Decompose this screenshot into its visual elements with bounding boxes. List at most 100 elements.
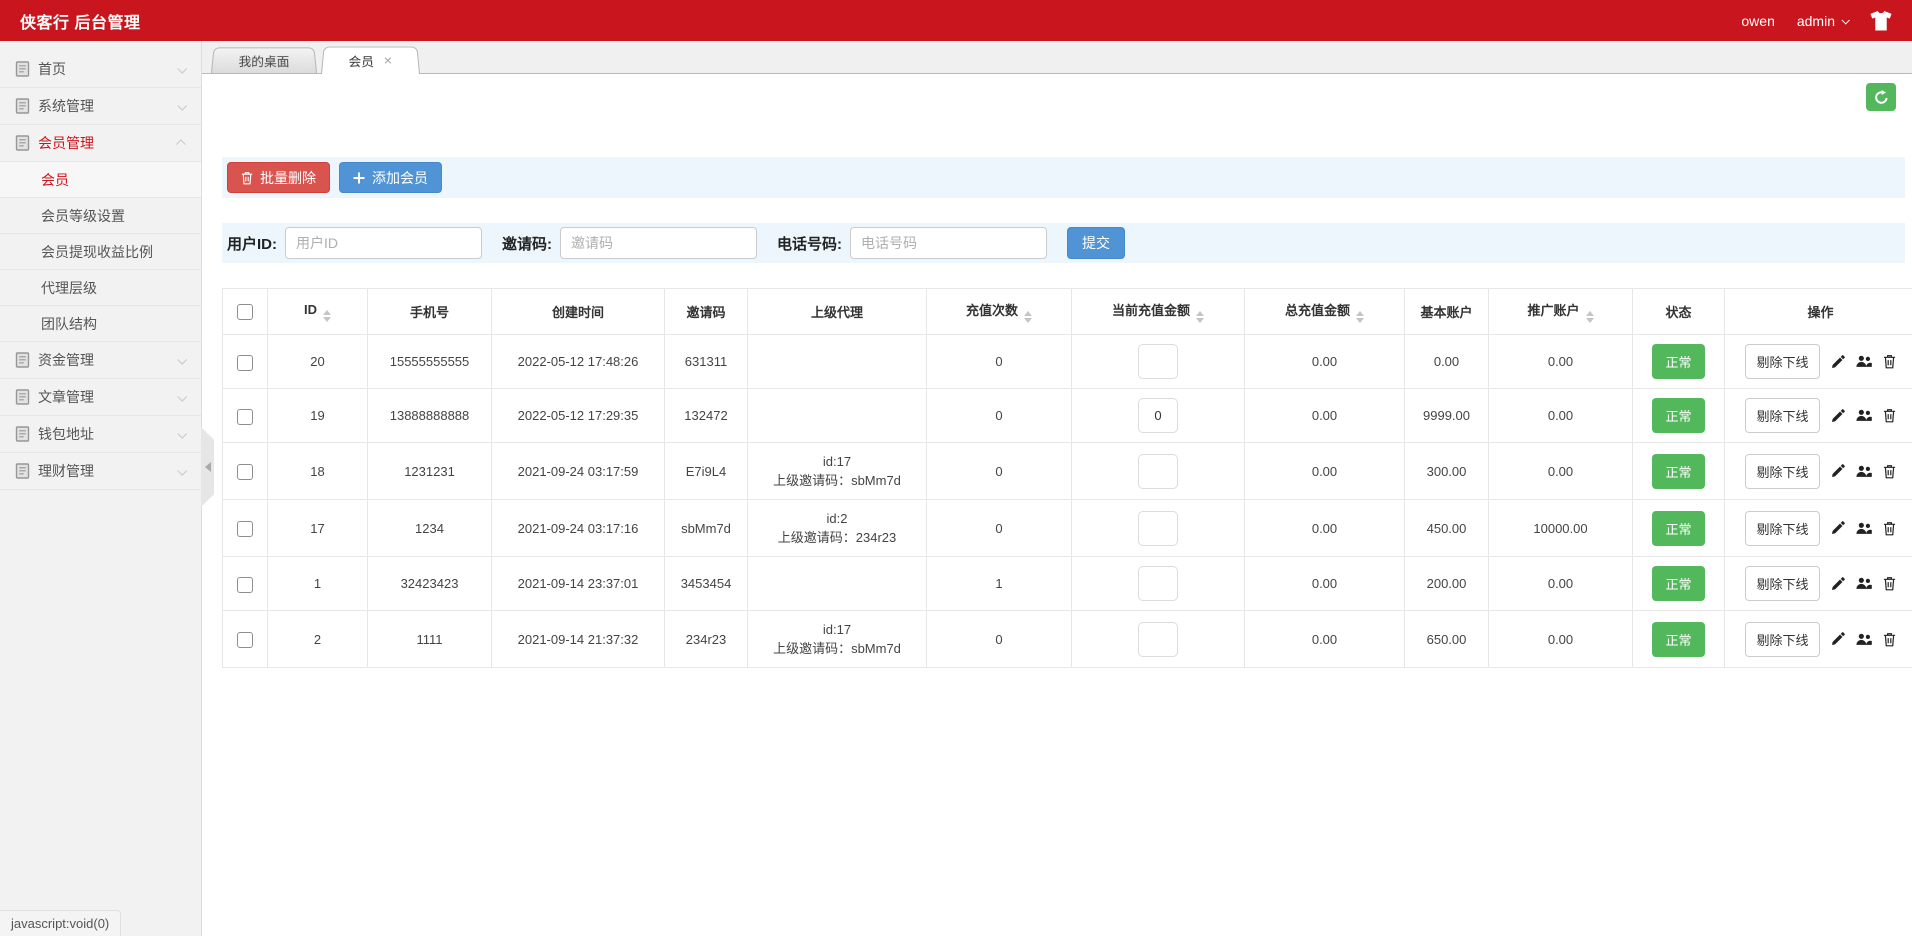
sidebar-subitem[interactable]: 代理层级 [0,270,201,306]
trash-icon[interactable] [1883,576,1896,591]
current-recharge-input[interactable] [1138,622,1178,657]
row-checkbox[interactable] [237,464,253,480]
column-header[interactable]: ID [268,289,368,335]
status-button[interactable]: 正常 [1652,622,1704,657]
trash-icon[interactable] [1883,521,1896,536]
sidebar-item-label: 文章管理 [38,387,94,407]
users-icon[interactable] [1856,633,1872,646]
status-button[interactable]: 正常 [1652,566,1704,601]
trash-icon[interactable] [1883,464,1896,479]
users-icon[interactable] [1856,409,1872,422]
column-header: 邀请码 [665,289,748,335]
pencil-icon[interactable] [1831,355,1845,369]
sidebar-item[interactable]: 理财管理 [0,453,201,490]
tab-members[interactable]: 会员 × [321,47,420,74]
username-label: owen [1741,13,1774,29]
sidebar-item[interactable]: 文章管理 [0,379,201,416]
sort-icon[interactable] [1356,311,1364,323]
remove-downline-button[interactable]: 剔除下线 [1745,454,1819,489]
table-header-row: ID手机号创建时间邀请码上级代理充值次数当前充值金额总充值金额基本账户推广账户状… [223,289,1912,335]
cell-id: 19 [268,389,368,443]
refresh-button[interactable] [1866,83,1896,111]
tab-my-desktop[interactable]: 我的桌面 [211,47,317,73]
users-icon[interactable] [1856,577,1872,590]
remove-downline-button[interactable]: 剔除下线 [1745,511,1819,546]
sidebar-collapse-handle[interactable] [201,427,214,507]
cell-parent-agent: id:17上级邀请码：sbMm7d [748,611,927,668]
cell-current-recharge [1072,389,1245,443]
column-header-label: 上级代理 [811,305,863,320]
pencil-icon[interactable] [1831,409,1845,423]
row-checkbox[interactable] [237,521,253,537]
column-header[interactable]: 总充值金额 [1245,289,1405,335]
document-icon [15,352,30,368]
pencil-icon[interactable] [1831,521,1845,535]
sort-icon[interactable] [1196,311,1204,323]
remove-downline-button[interactable]: 剔除下线 [1745,566,1819,601]
pencil-icon[interactable] [1831,464,1845,478]
sidebar-item[interactable]: 会员管理 [0,125,201,162]
status-button[interactable]: 正常 [1652,511,1704,546]
current-recharge-input[interactable] [1138,454,1178,489]
column-header-label: 基本账户 [1420,305,1472,320]
sidebar-item[interactable]: 系统管理 [0,88,201,125]
column-header[interactable]: 当前充值金额 [1072,289,1245,335]
invite-code-input[interactable] [560,227,757,259]
users-icon[interactable] [1856,465,1872,478]
status-button[interactable]: 正常 [1652,344,1704,379]
pencil-icon[interactable] [1831,632,1845,646]
sort-icon[interactable] [323,310,331,322]
column-header: 上级代理 [748,289,927,335]
current-recharge-input[interactable] [1138,511,1178,546]
remove-downline-button[interactable]: 剔除下线 [1745,398,1819,433]
submit-button[interactable]: 提交 [1067,227,1125,259]
cell-id: 17 [268,500,368,557]
sort-icon[interactable] [1586,311,1594,323]
main-area: 我的桌面 会员 × 批量删除 [202,41,1912,936]
phone-input[interactable] [850,227,1047,259]
chevron-down-icon [177,100,187,110]
remove-downline-button[interactable]: 剔除下线 [1745,622,1819,657]
sidebar-subitem[interactable]: 会员提现收益比例 [0,234,201,270]
batch-delete-button[interactable]: 批量删除 [227,162,330,193]
trash-icon[interactable] [1883,408,1896,423]
row-checkbox[interactable] [237,577,253,593]
select-all-checkbox[interactable] [237,304,253,320]
plus-icon [353,172,365,184]
status-button[interactable]: 正常 [1652,398,1704,433]
sidebar-item[interactable]: 首页 [0,51,201,88]
trash-icon[interactable] [1883,632,1896,647]
sidebar-subitem[interactable]: 会员等级设置 [0,198,201,234]
users-icon[interactable] [1856,355,1872,368]
cell-recharge-count: 0 [927,500,1072,557]
pencil-icon[interactable] [1831,577,1845,591]
tshirt-icon[interactable] [1870,11,1892,31]
user-dropdown[interactable]: admin [1797,13,1848,29]
status-button[interactable]: 正常 [1652,454,1704,489]
cell-total-recharge: 0.00 [1245,557,1405,611]
sidebar-item[interactable]: 钱包地址 [0,416,201,453]
trash-icon[interactable] [1883,354,1896,369]
column-header-label: 创建时间 [552,305,604,320]
cell-promo-account: 0.00 [1489,611,1633,668]
cell-current-recharge [1072,557,1245,611]
remove-downline-button[interactable]: 剔除下线 [1745,344,1819,379]
users-icon[interactable] [1856,522,1872,535]
sidebar-item[interactable]: 资金管理 [0,342,201,379]
sidebar-subitem[interactable]: 会员 [0,162,201,198]
user-id-input[interactable] [285,227,482,259]
sidebar-item-label: 钱包地址 [38,424,94,444]
current-recharge-input[interactable] [1138,566,1178,601]
column-header[interactable]: 推广账户 [1489,289,1633,335]
close-icon[interactable]: × [383,53,392,67]
sidebar-subitem[interactable]: 团队结构 [0,306,201,342]
add-member-button[interactable]: 添加会员 [339,162,442,193]
row-checkbox[interactable] [237,409,253,425]
current-recharge-input[interactable] [1138,344,1178,379]
column-header[interactable]: 充值次数 [927,289,1072,335]
sort-icon[interactable] [1024,311,1032,323]
row-checkbox[interactable] [237,355,253,371]
cell-created-time: 2021-09-24 03:17:16 [492,500,665,557]
row-checkbox[interactable] [237,632,253,648]
current-recharge-input[interactable] [1138,398,1178,433]
